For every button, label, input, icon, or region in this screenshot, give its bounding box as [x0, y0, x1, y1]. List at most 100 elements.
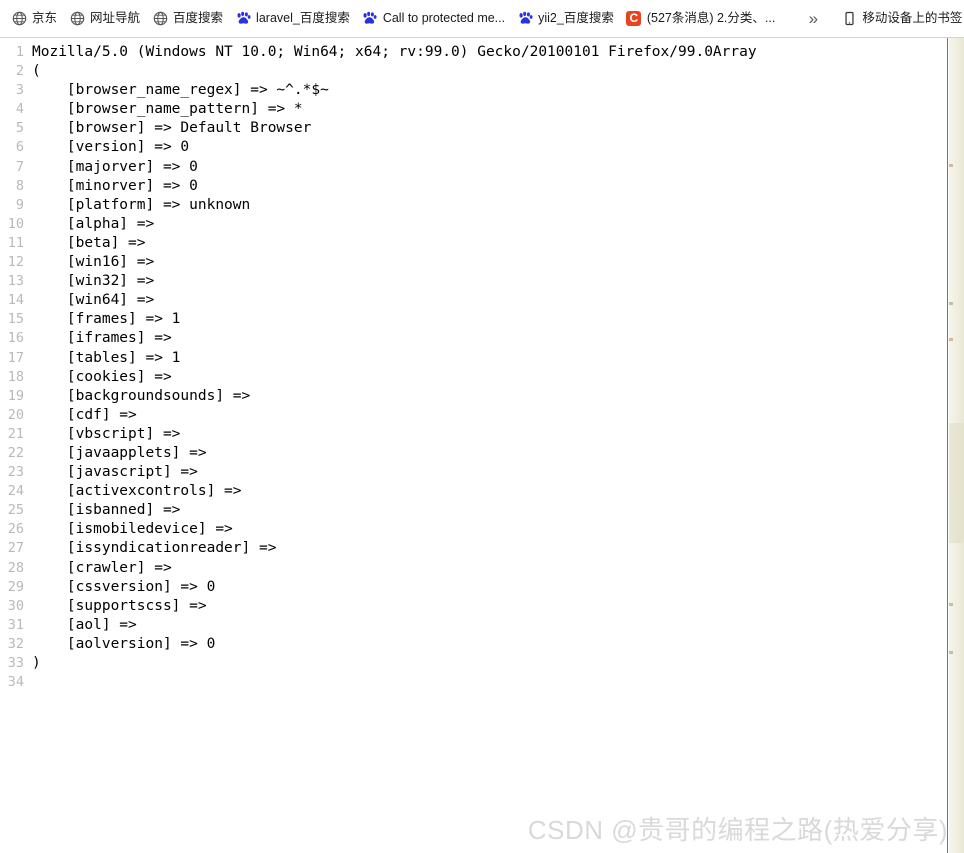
line-text: [minorver] => 0	[32, 177, 198, 194]
line-text: (	[32, 63, 41, 80]
line-text: [activexcontrols] =>	[32, 483, 242, 500]
line-text: [beta] =>	[32, 234, 146, 251]
line-text: [cookies] =>	[32, 368, 172, 385]
bookmark-item[interactable]: 京东	[5, 6, 63, 32]
bookmark-mobile-devices[interactable]: 移动设备上的书签	[835, 6, 964, 32]
line-number: 24	[7, 483, 24, 500]
line-text: [win64] =>	[32, 292, 155, 309]
csdn-icon: C	[626, 11, 642, 27]
code-line: 23 [javascript] =>	[0, 463, 947, 482]
line-text: [majorver] => 0	[32, 158, 198, 175]
line-text: [ismobiledevice] =>	[32, 521, 233, 538]
bookmark-label: 网址导航	[90, 11, 141, 26]
browser-window: 京东 网址导航 百度搜索 laravel_百度搜索 Call to protected …	[0, 0, 964, 853]
line-number: 34	[7, 674, 24, 691]
line-number: 27	[7, 540, 24, 557]
bookmark-label: Call to protected me...	[382, 11, 506, 26]
line-text: [backgroundsounds] =>	[32, 387, 251, 404]
line-number: 22	[7, 444, 24, 461]
code-listing: 1 Mozilla/5.0 (Windows NT 10.0; Win64; x6…	[0, 43, 947, 692]
line-text: [cdf] =>	[32, 406, 137, 423]
line-text: [alpha] =>	[32, 215, 155, 232]
code-line: 24 [activexcontrols] =>	[0, 482, 947, 501]
line-number: 9	[15, 196, 24, 213]
line-text: [browser_name_pattern] => *	[32, 101, 303, 118]
line-text: [javaapplets] =>	[32, 444, 207, 461]
bookmark-label: 京东	[32, 11, 58, 26]
code-line: 10 [alpha] =>	[0, 215, 947, 234]
code-line: 1 Mozilla/5.0 (Windows NT 10.0; Win64; x6…	[0, 43, 947, 62]
code-line: 21 [vbscript] =>	[0, 425, 947, 444]
mobile-device-icon	[841, 11, 857, 27]
line-number: 18	[7, 368, 24, 385]
line-text: [version] => 0	[32, 139, 190, 156]
code-line: 6 [version] => 0	[0, 138, 947, 157]
code-line: 29 [cssversion] => 0	[0, 578, 947, 597]
bookmark-item[interactable]: Call to protected me...	[356, 6, 511, 32]
line-text: [tables] => 1	[32, 349, 181, 366]
code-line: 2(	[0, 62, 947, 81]
line-number: 4	[15, 101, 24, 118]
line-number: 23	[7, 464, 24, 481]
code-line: 5 [browser] => Default Browser	[0, 119, 947, 138]
line-number: 25	[7, 502, 24, 519]
line-text: [browser_name_regex] => ~^.*$~	[32, 82, 329, 99]
line-number: 31	[7, 616, 24, 633]
code-line: 7 [majorver] => 0	[0, 158, 947, 177]
code-line: 9 [platform] => unknown	[0, 196, 947, 215]
code-line: 34	[0, 673, 947, 692]
line-number: 28	[7, 559, 24, 576]
baidu-paw-icon	[362, 11, 378, 27]
bookmark-label: 移动设备上的书签	[862, 11, 963, 26]
line-text: [isbanned] =>	[32, 502, 181, 519]
bookmark-item[interactable]: 百度搜索	[146, 6, 229, 32]
line-text: )	[32, 655, 41, 671]
code-line: 18 [cookies] =>	[0, 368, 947, 387]
scrollbar-thumb[interactable]	[949, 423, 964, 543]
baidu-paw-icon	[235, 11, 251, 27]
line-text: Mozilla/5.0 (Windows NT 10.0; Win64; x64…	[32, 44, 757, 60]
line-text: [aolversion] => 0	[32, 635, 216, 652]
line-number: 1	[15, 44, 24, 60]
line-number: 19	[7, 387, 24, 404]
line-number: 21	[7, 425, 24, 442]
line-number: 11	[7, 234, 24, 251]
code-line: 13 [win32] =>	[0, 272, 947, 291]
line-number: 20	[7, 406, 24, 423]
code-line: 33)	[0, 654, 947, 673]
code-line: 16 [iframes] =>	[0, 329, 947, 348]
bookmark-label: (527条消息) 2.分类、...	[646, 11, 776, 26]
code-line: 28 [crawler] =>	[0, 559, 947, 578]
bookmark-item[interactable]: laravel_百度搜索	[229, 6, 356, 32]
scrollbar-vertical[interactable]	[949, 38, 964, 853]
baidu-paw-icon	[517, 11, 533, 27]
code-line: 17 [tables] => 1	[0, 349, 947, 368]
bookmark-label: 百度搜索	[173, 11, 224, 26]
line-number: 2	[15, 63, 24, 80]
globe-icon	[11, 11, 27, 27]
line-number: 5	[15, 120, 24, 137]
line-number: 15	[7, 311, 24, 328]
line-text: [cssversion] => 0	[32, 578, 216, 595]
code-line: 30 [supportscss] =>	[0, 597, 947, 616]
globe-icon	[152, 11, 168, 27]
line-number: 6	[15, 139, 24, 156]
line-number: 26	[7, 521, 24, 538]
line-text: [javascript] =>	[32, 464, 198, 481]
code-line: 32 [aolversion] => 0	[0, 635, 947, 654]
line-number: 3	[15, 82, 24, 99]
bookmark-item[interactable]: C (527条消息) 2.分类、...	[620, 6, 782, 32]
bookmark-item[interactable]: yii2_百度搜索	[511, 6, 620, 32]
line-number: 13	[7, 273, 24, 290]
line-text: [crawler] =>	[32, 559, 172, 576]
code-line: 4 [browser_name_pattern] => *	[0, 100, 947, 119]
code-line: 22 [javaapplets] =>	[0, 444, 947, 463]
code-line: 20 [cdf] =>	[0, 406, 947, 425]
bookmark-item[interactable]: 网址导航	[63, 6, 146, 32]
line-number: 7	[15, 158, 24, 175]
bookmark-label: laravel_百度搜索	[256, 11, 350, 26]
code-line: 25 [isbanned] =>	[0, 501, 947, 520]
bookmarks-overflow-button[interactable]: »	[799, 6, 827, 32]
line-text: [win32] =>	[32, 273, 155, 290]
bookmark-label: yii2_百度搜索	[538, 11, 614, 26]
